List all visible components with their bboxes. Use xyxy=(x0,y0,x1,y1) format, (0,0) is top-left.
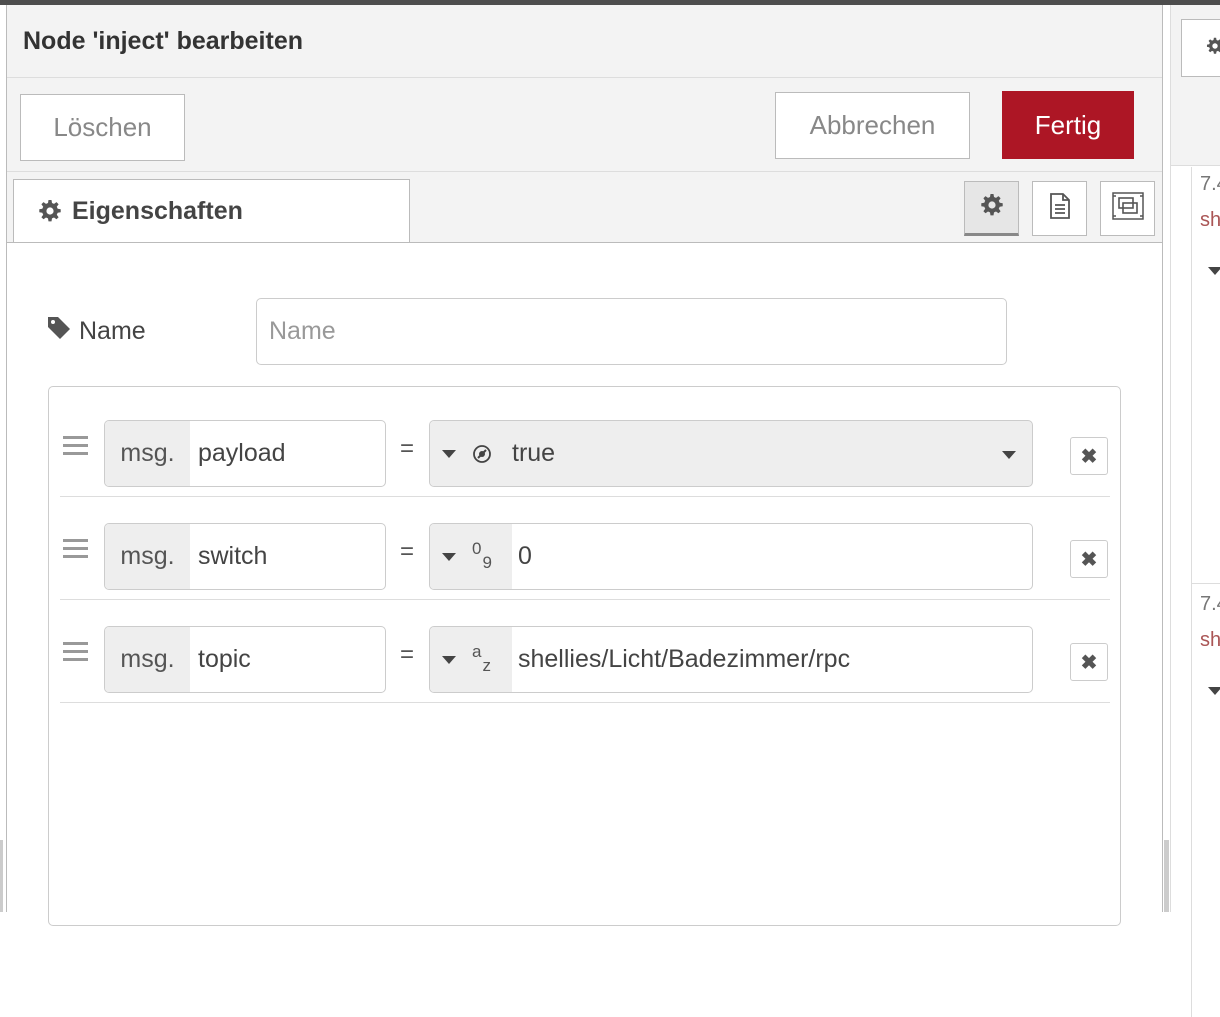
tag-icon xyxy=(47,316,71,347)
debug-message-topic: sh xyxy=(1200,629,1220,651)
remove-property-button[interactable]: ✖ xyxy=(1070,643,1108,681)
debug-message-time: 7.4 xyxy=(1200,593,1220,615)
debug-message: 7.4 sh xyxy=(1191,167,1220,597)
debug-message-time: 7.4 xyxy=(1200,173,1220,195)
msg-prefix: msg. xyxy=(105,627,190,692)
drag-handle-icon[interactable] xyxy=(63,436,88,456)
caret-down-icon[interactable] xyxy=(1208,687,1220,695)
name-label: Name xyxy=(47,316,146,347)
tabs-bar: Eigenschaften xyxy=(7,172,1162,243)
sidebar-header xyxy=(1171,5,1220,166)
tab-properties-label: Eigenschaften xyxy=(72,196,243,225)
number-type-icon: 09 xyxy=(472,540,492,571)
debug-sidebar: 7.4 sh 7.4 sh xyxy=(1170,5,1220,1017)
property-value-field[interactable]: true xyxy=(429,420,1033,487)
properties-settings-button[interactable] xyxy=(964,181,1019,236)
tray-header: Node 'inject' bearbeiten xyxy=(7,5,1162,78)
property-key: topic xyxy=(198,645,251,673)
equals-sign: = xyxy=(400,641,415,668)
description-button[interactable] xyxy=(1032,181,1087,236)
property-value-field[interactable]: az shellies/Licht/Badezimmer/rpc xyxy=(429,626,1033,693)
msg-prefix: msg. xyxy=(105,421,190,486)
caret-down-icon xyxy=(442,552,456,561)
property-value: 0 xyxy=(518,542,532,570)
equals-sign: = xyxy=(400,538,415,565)
property-key-field[interactable]: msg. payload xyxy=(104,420,386,487)
property-value-field[interactable]: 09 0 xyxy=(429,523,1033,590)
node-appearance-icon xyxy=(1111,191,1145,226)
property-value: shellies/Licht/Badezimmer/rpc xyxy=(518,645,851,673)
cancel-button[interactable]: Abbrechen xyxy=(775,92,970,159)
property-key: payload xyxy=(198,439,286,467)
type-glyph-top: a xyxy=(472,642,482,661)
file-text-icon xyxy=(1048,192,1072,225)
gear-icon xyxy=(980,193,1004,222)
property-row-switch: msg. switch = 09 0 ✖ xyxy=(60,496,1110,600)
caret-down-icon[interactable] xyxy=(1208,267,1220,275)
name-row: Name xyxy=(47,298,1147,366)
drag-handle-icon[interactable] xyxy=(63,539,88,559)
sidebar-tab[interactable] xyxy=(1181,19,1220,77)
boolean-toggle-icon xyxy=(472,444,492,464)
property-row-payload: msg. payload = true ✖ xyxy=(60,393,1110,497)
appearance-button[interactable] xyxy=(1100,181,1155,236)
type-glyph-bottom: 9 xyxy=(482,553,492,572)
done-button[interactable]: Fertig xyxy=(1002,91,1134,159)
name-input[interactable] xyxy=(256,298,1007,365)
name-label-text: Name xyxy=(79,317,146,345)
type-glyph-bottom: z xyxy=(482,656,491,675)
property-key-field[interactable]: msg. topic xyxy=(104,626,386,693)
drag-handle-icon[interactable] xyxy=(63,642,88,662)
divider xyxy=(1191,583,1220,584)
type-glyph-top: 0 xyxy=(472,539,482,558)
scrollbar[interactable] xyxy=(0,840,3,912)
debug-message: 7.4 sh xyxy=(1191,587,1220,1017)
type-selector[interactable] xyxy=(430,421,492,486)
type-selector[interactable]: 09 xyxy=(430,524,512,589)
debug-message-topic: sh xyxy=(1200,209,1220,231)
property-row-topic: msg. topic = az shellies/Licht/Badezimme… xyxy=(60,599,1110,703)
remove-property-button[interactable]: ✖ xyxy=(1070,437,1108,475)
gear-icon xyxy=(1206,37,1220,60)
delete-button[interactable]: Löschen xyxy=(20,94,185,161)
property-value: true xyxy=(512,439,556,467)
tray-toolbar: Löschen Abbrechen Fertig xyxy=(7,78,1162,172)
property-key-field[interactable]: msg. switch xyxy=(104,523,386,590)
string-type-icon: az xyxy=(472,643,491,674)
caret-down-icon xyxy=(442,655,456,664)
caret-down-icon xyxy=(1002,451,1016,459)
properties-list: msg. payload = true ✖ msg. switch = 0 9 … xyxy=(48,386,1121,926)
msg-prefix: msg. xyxy=(105,524,190,589)
tray-title: Node 'inject' bearbeiten xyxy=(23,27,304,55)
type-selector[interactable]: az xyxy=(430,627,512,692)
edit-tray: Node 'inject' bearbeiten Löschen Abbrech… xyxy=(6,5,1163,926)
property-key: switch xyxy=(198,542,268,570)
remove-property-button[interactable]: ✖ xyxy=(1070,540,1108,578)
caret-down-icon xyxy=(442,449,456,458)
equals-sign: = xyxy=(400,435,415,462)
scrollbar[interactable] xyxy=(1164,840,1169,912)
tab-properties[interactable]: Eigenschaften xyxy=(13,179,410,242)
gear-icon xyxy=(36,197,64,225)
